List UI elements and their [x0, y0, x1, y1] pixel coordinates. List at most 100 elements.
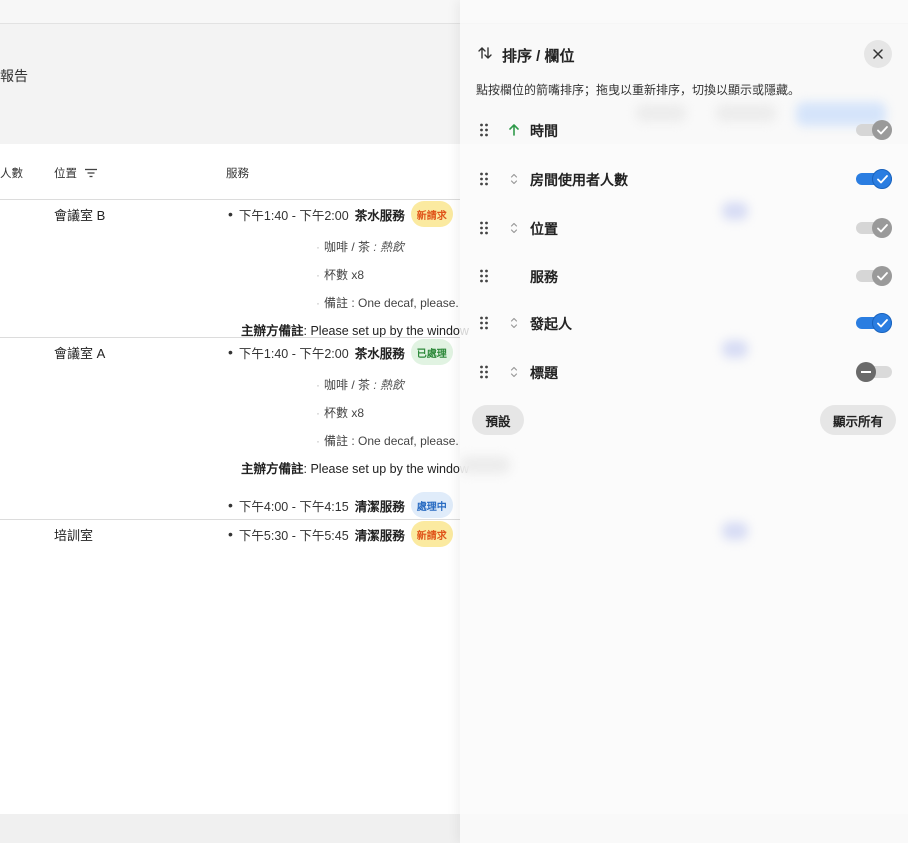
bullet: •: [228, 344, 233, 360]
status-badge: 新請求: [410, 521, 453, 547]
service-detail: · 備註 : One decaf, please.: [316, 434, 459, 448]
room-name: 會議室 A: [54, 346, 106, 361]
detail-label: 咖啡 / 茶: [324, 240, 371, 254]
status-badge: 新請求: [410, 201, 453, 227]
visibility-toggle[interactable]: [856, 362, 892, 382]
toggle-knob: [872, 313, 892, 333]
toggle-knob: [872, 169, 892, 189]
check-icon: [876, 174, 888, 183]
sort-columns-panel: 排序 / 欄位 點按欄位的箭嘴排序；拖曳以重新排序，切換以顯示或隱藏。 時間 房…: [460, 0, 908, 843]
status-badge: 已處理: [410, 339, 453, 365]
bullet: •: [228, 206, 233, 222]
service-detail: · 咖啡 / 茶 : 熱飲: [316, 378, 405, 392]
drag-handle-icon[interactable]: [479, 365, 489, 379]
field-label: 時間: [530, 123, 558, 139]
room-name: 培訓室: [54, 528, 94, 543]
blurred-background: [722, 522, 748, 540]
close-button[interactable]: [864, 40, 892, 68]
organizer-note: 主辦方備註: Please set up by the window: [241, 458, 469, 477]
header-divider: [0, 199, 460, 200]
check-icon: [876, 223, 888, 232]
service-entry[interactable]: • 下午1:40 - 下午2:00 茶水服務 已處理: [228, 339, 453, 365]
field-row-location[interactable]: 位置: [460, 213, 908, 243]
field-label: 位置: [530, 221, 558, 237]
detail-label: 備註: [324, 434, 349, 448]
column-header-location-label: 位置: [54, 168, 77, 180]
row-divider: [0, 337, 460, 338]
sort-toggle-icon[interactable]: [507, 365, 521, 379]
field-row-initiator[interactable]: 發起人: [460, 308, 908, 338]
status-badge: 處理中: [410, 492, 453, 518]
organizer-note-value: : Please set up by the window: [303, 324, 469, 338]
service-detail: · 咖啡 / 茶 : 熱飲: [316, 240, 405, 254]
bullet: •: [228, 497, 233, 513]
detail-label: 杯數 x8: [324, 406, 365, 420]
field-label: 發起人: [530, 316, 572, 332]
field-label: 標題: [530, 365, 558, 381]
field-row-time[interactable]: 時間: [460, 115, 908, 145]
drag-handle-icon[interactable]: [479, 269, 489, 283]
service-name: 清潔服務: [354, 499, 405, 514]
sort-toggle-icon[interactable]: [507, 316, 521, 330]
detail-value: : 熱飲: [373, 240, 405, 254]
drag-handle-icon[interactable]: [479, 221, 489, 235]
visibility-toggle-locked[interactable]: [856, 120, 892, 140]
sort-toggle-icon[interactable]: [507, 172, 521, 186]
drag-handle-icon[interactable]: [479, 172, 489, 186]
field-row-service[interactable]: 服務: [460, 261, 908, 291]
service-detail: · 杯數 x8: [316, 406, 365, 420]
close-icon: [873, 49, 883, 59]
check-icon: [876, 125, 888, 134]
detail-label: 杯數 x8: [324, 268, 365, 282]
bullet: •: [228, 526, 233, 542]
detail-label: 備註: [324, 296, 349, 310]
service-name: 清潔服務: [354, 528, 405, 543]
service-entry[interactable]: • 下午1:40 - 下午2:00 茶水服務 新請求: [228, 201, 453, 227]
service-detail: · 備註 : One decaf, please.: [316, 296, 459, 310]
toggle-knob: [872, 266, 892, 286]
service-time: 下午1:40 - 下午2:00: [238, 208, 349, 223]
show-all-button[interactable]: 顯示所有: [820, 405, 896, 435]
visibility-toggle-locked[interactable]: [856, 266, 892, 286]
field-label: 房間使用者人數: [530, 172, 628, 188]
filter-icon[interactable]: [85, 168, 97, 178]
sort-ascending-icon[interactable]: [507, 123, 521, 137]
field-label: 服務: [530, 269, 558, 285]
visibility-toggle-locked[interactable]: [856, 218, 892, 238]
column-header-service[interactable]: 服務: [226, 165, 249, 181]
default-button[interactable]: 預設: [472, 405, 524, 435]
visibility-toggle[interactable]: [856, 169, 892, 189]
organizer-note-label: 主辦方備註: [241, 462, 304, 476]
service-time: 下午1:40 - 下午2:00: [238, 346, 349, 361]
column-header-count[interactable]: 人數: [0, 165, 23, 181]
drag-handle-icon[interactable]: [479, 316, 489, 330]
room-name: 會議室 B: [54, 208, 106, 223]
field-row-title[interactable]: 標題: [460, 357, 908, 387]
toggle-knob: [872, 120, 892, 140]
visibility-toggle[interactable]: [856, 313, 892, 333]
service-time: 下午5:30 - 下午5:45: [238, 528, 349, 543]
service-name: 茶水服務: [354, 346, 405, 361]
detail-label: 咖啡 / 茶: [324, 378, 371, 392]
toggle-knob: [872, 218, 892, 238]
blurred-background: [722, 340, 748, 358]
organizer-note-label: 主辦方備註: [241, 324, 304, 338]
blurred-background: [460, 456, 510, 474]
detail-value: : One decaf, please.: [351, 296, 459, 310]
toggle-knob: [856, 362, 876, 382]
service-entry[interactable]: • 下午4:00 - 下午4:15 清潔服務 處理中: [228, 492, 453, 518]
page-title: 報告: [0, 68, 28, 84]
check-icon: [876, 318, 888, 327]
sort-toggle-icon[interactable]: [507, 221, 521, 235]
field-row-room-occupancy[interactable]: 房間使用者人數: [460, 164, 908, 194]
service-entry[interactable]: • 下午5:30 - 下午5:45 清潔服務 新請求: [228, 521, 453, 547]
sort-icon: [478, 47, 492, 59]
minus-icon: [861, 371, 871, 373]
row-divider: [0, 519, 460, 520]
check-icon: [876, 271, 888, 280]
panel-description: 點按欄位的箭嘴排序；拖曳以重新排序，切換以顯示或隱藏。: [476, 83, 801, 97]
panel-title: 排序 / 欄位: [502, 48, 575, 65]
service-time: 下午4:00 - 下午4:15: [238, 499, 349, 514]
column-header-location[interactable]: 位置: [54, 165, 97, 181]
drag-handle-icon[interactable]: [479, 123, 489, 137]
